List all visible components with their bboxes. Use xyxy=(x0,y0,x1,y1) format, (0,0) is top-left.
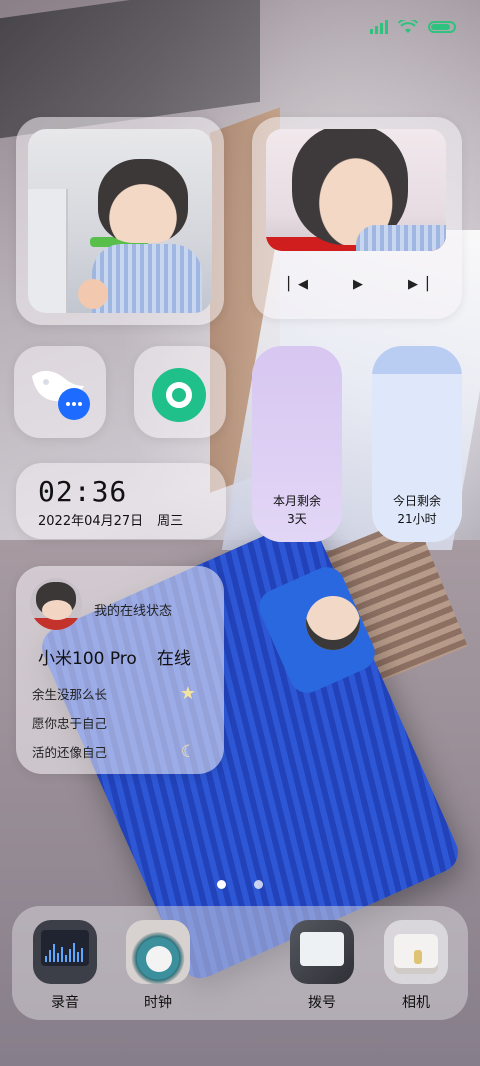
messenger-app-tile[interactable] xyxy=(14,346,106,438)
clock-weekday: 周三 xyxy=(157,514,184,529)
battery-icon xyxy=(428,21,456,33)
dialer-icon xyxy=(290,920,354,984)
moon-icon: ☾ xyxy=(180,741,196,762)
clock-date: 2022年04月27日 xyxy=(38,514,144,529)
device-name: 小米100 Pro xyxy=(38,649,137,669)
album-cover xyxy=(266,129,446,251)
clock-time: 02:36 xyxy=(38,475,128,508)
page-indicator[interactable] xyxy=(0,880,480,889)
messenger-app-icon xyxy=(32,370,90,420)
status-bar xyxy=(370,20,456,34)
flower-app-icon xyxy=(152,368,206,422)
day-remaining-label: 今日剩余 xyxy=(392,494,441,508)
month-remaining-widget[interactable]: 本月剩余 3天 xyxy=(252,346,342,542)
dock-app-label: 相机 xyxy=(402,995,430,1011)
wifi-icon xyxy=(398,20,418,33)
dock: 录音 时钟 拨号 相机 xyxy=(12,906,468,1020)
skip-previous-icon[interactable]: ▏◀ xyxy=(288,277,308,292)
month-remaining-value: 3天 xyxy=(287,512,307,526)
star-icon: ★ xyxy=(179,683,196,704)
clock-widget[interactable]: 02:36 2022年04月27日 周三 xyxy=(16,463,226,539)
skip-next-icon[interactable]: ▶▕ xyxy=(408,277,428,292)
page-dot[interactable] xyxy=(254,880,263,889)
music-widget[interactable]: ▏◀ ▶ ▶▕ xyxy=(252,117,462,319)
online-status-widget[interactable]: 我的在线状态 小米100 Pro 在线 余生没那么长 ★ 愿你忠于自己 活的还像… xyxy=(16,566,224,774)
dock-app-clock[interactable]: 时钟 xyxy=(123,920,193,1012)
day-remaining-value: 21小时 xyxy=(397,512,437,526)
status-line: 余生没那么长 ★ xyxy=(32,683,196,704)
dock-app-label: 录音 xyxy=(51,995,79,1011)
month-remaining-label: 本月剩余 xyxy=(272,494,321,508)
dock-app-camera[interactable]: 相机 xyxy=(381,920,451,1012)
recorder-icon xyxy=(33,920,97,984)
status-line: 活的还像自己 ☾ xyxy=(32,741,196,762)
alarm-clock-icon xyxy=(126,920,190,984)
music-controls: ▏◀ ▶ ▶▕ xyxy=(288,277,428,292)
photo-widget[interactable] xyxy=(16,117,224,325)
camera-icon xyxy=(384,920,448,984)
green-app-tile[interactable] xyxy=(134,346,226,438)
day-remaining-widget[interactable]: 今日剩余 21小时 xyxy=(372,346,462,542)
avatar xyxy=(30,578,82,630)
page-dot-active[interactable] xyxy=(217,880,226,889)
status-line: 愿你忠于自己 xyxy=(32,716,108,731)
wallpaper-sleeper xyxy=(306,596,360,650)
status-title: 我的在线状态 xyxy=(94,603,173,619)
dock-app-label: 拨号 xyxy=(308,995,336,1011)
dock-app-label: 时钟 xyxy=(144,995,172,1011)
signal-icon xyxy=(370,20,388,34)
dock-app-recorder[interactable]: 录音 xyxy=(30,920,100,1012)
online-state: 在线 xyxy=(156,649,191,669)
play-icon[interactable]: ▶ xyxy=(353,277,363,292)
clock-date-row: 2022年04月27日 周三 xyxy=(38,510,226,529)
dock-app-dialer[interactable]: 拨号 xyxy=(287,920,357,1012)
photo-image xyxy=(28,129,212,313)
